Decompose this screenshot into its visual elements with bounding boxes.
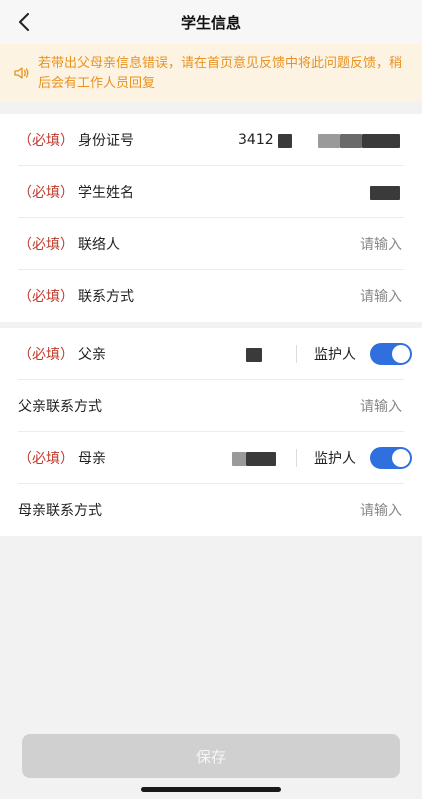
contact-method-label-text: 联系方式	[78, 289, 134, 305]
father-contact-row[interactable]: 父亲联系方式 请输入	[0, 380, 422, 432]
required-tag: （必填）	[18, 133, 74, 149]
masked-value	[278, 134, 292, 148]
masked-value	[340, 134, 362, 148]
contact-person-input[interactable]: 请输入	[360, 234, 402, 254]
toggle-knob	[392, 449, 410, 467]
contact-person-label-text: 联络人	[78, 237, 120, 253]
father-label: （必填） 父亲	[18, 344, 106, 364]
mother-label: （必填） 母亲	[18, 448, 106, 468]
contact-method-row[interactable]: （必填） 联系方式 请输入	[0, 270, 422, 322]
back-button[interactable]	[8, 6, 40, 38]
father-contact-input[interactable]: 请输入	[360, 396, 402, 416]
masked-value	[246, 452, 276, 466]
id-number-label-text: 身份证号	[78, 133, 134, 149]
masked-value	[362, 134, 400, 148]
father-guardian-toggle[interactable]	[370, 343, 412, 365]
student-info-card: （必填） 身份证号 3412 （必填） 学生姓名 （必填） 联络人 请输入 （必…	[0, 114, 422, 322]
guardian-label: 监护人	[314, 347, 356, 363]
masked-value	[246, 348, 262, 362]
required-tag: （必填）	[18, 451, 74, 467]
id-number-label: （必填） 身份证号	[18, 130, 134, 150]
mother-contact-input[interactable]: 请输入	[360, 500, 402, 520]
contact-method-input[interactable]: 请输入	[360, 286, 402, 306]
required-tag: （必填）	[18, 237, 74, 253]
notice-banner: 若带出父母亲信息错误，请在首页意见反馈中将此问题反馈，稍后会有工作人员回复	[0, 44, 422, 102]
page-title: 学生信息	[180, 13, 241, 32]
father-label-text: 父亲	[78, 347, 106, 363]
student-name-label-text: 学生姓名	[78, 185, 134, 201]
mother-guardian-toggle[interactable]	[370, 447, 412, 469]
student-name-label: （必填） 学生姓名	[18, 182, 134, 202]
guardian-label: 监护人	[314, 451, 356, 467]
mother-contact-label: 母亲联系方式	[18, 503, 102, 519]
mother-label-text: 母亲	[78, 451, 106, 467]
save-button[interactable]: 保存	[22, 734, 400, 778]
mother-row[interactable]: （必填） 母亲 监护人	[0, 432, 422, 484]
required-tag: （必填）	[18, 185, 74, 201]
masked-value	[232, 452, 246, 466]
home-indicator[interactable]	[141, 787, 281, 792]
father-contact-label: 父亲联系方式	[18, 399, 102, 415]
notice-text: 若带出父母亲信息错误，请在首页意见反馈中将此问题反馈，稍后会有工作人员回复	[38, 56, 403, 91]
parent-info-card: （必填） 父亲 监护人 父亲联系方式 请输入 （必填） 母亲 监护人 母亲联系方…	[0, 328, 422, 536]
father-row[interactable]: （必填） 父亲 监护人	[0, 328, 422, 380]
speaker-icon	[14, 67, 29, 79]
required-tag: （必填）	[18, 347, 74, 363]
divider	[296, 449, 297, 467]
masked-value	[370, 186, 400, 200]
nav-bar: 学生信息	[0, 0, 422, 44]
toggle-knob	[392, 345, 410, 363]
required-tag: （必填）	[18, 289, 74, 305]
contact-person-row[interactable]: （必填） 联络人 请输入	[0, 218, 422, 270]
contact-person-label: （必填） 联络人	[18, 234, 120, 254]
divider	[296, 345, 297, 363]
contact-method-label: （必填） 联系方式	[18, 286, 134, 306]
mother-contact-row[interactable]: 母亲联系方式 请输入	[0, 484, 422, 536]
id-number-value: 3412	[238, 132, 274, 148]
student-name-row[interactable]: （必填） 学生姓名	[0, 166, 422, 218]
masked-value	[318, 134, 340, 148]
chevron-left-icon	[19, 13, 29, 31]
id-number-row[interactable]: （必填） 身份证号 3412	[0, 114, 422, 166]
